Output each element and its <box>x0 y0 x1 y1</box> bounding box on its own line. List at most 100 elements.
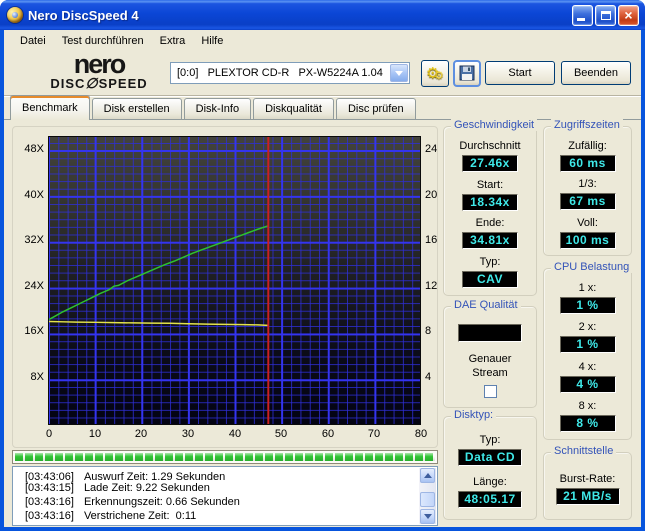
field-label: Länge: <box>473 476 507 489</box>
x-axis-tick: 0 <box>45 428 53 440</box>
app-window: Nero DiscSpeed 4 × Datei Test durchführe… <box>0 0 645 531</box>
disc-glyph-icon: ∅ <box>85 75 99 91</box>
lcd-end-speed: 34.81x <box>462 232 518 250</box>
scrollbar-thumb[interactable] <box>420 492 435 507</box>
x-axis-tick: 10 <box>88 428 102 440</box>
scroll-up-button[interactable] <box>420 468 435 483</box>
x-axis-tick: 30 <box>181 428 195 440</box>
lcd-random-access: 60 ms <box>559 154 616 172</box>
lcd-third-access: 67 ms <box>559 193 616 210</box>
client-area: Datei Test durchführen Extra Hilfe nero … <box>4 30 641 527</box>
caption-buttons: × <box>572 5 639 26</box>
accurate-stream-label: Stream <box>472 366 508 379</box>
triangle-down-icon <box>423 514 432 519</box>
window-title: Nero DiscSpeed 4 <box>28 7 139 23</box>
series-read-speed <box>49 225 269 321</box>
field-label: 2 x: <box>578 321 597 334</box>
field-label: Zufällig: <box>568 139 607 152</box>
tab-disc-pruefen[interactable]: Disc prüfen <box>335 98 416 119</box>
close-button[interactable]: × <box>618 5 639 26</box>
combobox-dropdown-button[interactable] <box>390 64 408 82</box>
x-axis-tick: 70 <box>367 428 381 440</box>
accurate-stream-checkbox[interactable] <box>483 384 497 398</box>
lcd-dae-quality <box>458 324 522 343</box>
field-label: 8 x: <box>578 399 597 412</box>
access-times-panel: Zugriffszeiten Zufällig: 60 ms 1/3: 67 ms … <box>543 119 632 256</box>
x-axis-tick: 80 <box>414 428 428 440</box>
menu-hilfe[interactable]: Hilfe <box>193 33 231 49</box>
menu-datei[interactable]: Datei <box>12 33 54 49</box>
lcd-burst-rate: 21 MB/s <box>555 488 620 505</box>
field-label: Start: <box>476 178 504 191</box>
field-label: Typ: <box>479 433 501 446</box>
log-scrollbar[interactable] <box>419 468 436 524</box>
log-line: [03:43:16] Erkennungszeit: 0.66 Sekunden <box>25 496 240 508</box>
lcd-disc-length: 48:05.17 <box>458 491 522 509</box>
lcd-cpu-8x: 8 % <box>559 414 616 432</box>
options-button[interactable]: ⚙ ⚙ <box>421 60 449 87</box>
start-button[interactable]: Start <box>485 61 555 85</box>
maximize-icon <box>601 11 611 20</box>
speed-panel: Geschwindigkeit Durchschnitt 27.46x Start… <box>443 119 538 296</box>
benchmark-chart <box>48 136 421 425</box>
nero-discspeed-logo: nero DISC∅SPEED <box>34 49 164 91</box>
scroll-down-button[interactable] <box>420 509 435 524</box>
logo-discspeed-text: DISC∅SPEED <box>50 75 148 91</box>
progress-fill <box>15 453 435 461</box>
field-label: 1/3: <box>578 178 597 190</box>
y-axis-left-tick: 16X <box>24 325 44 337</box>
tab-diskqualitaet[interactable]: Diskqualität <box>253 98 334 119</box>
toolbar: nero DISC∅SPEED [0:0] PLEXTOR CD-R PX-W5… <box>4 51 641 96</box>
drive-selector-combobox[interactable]: [0:0] PLEXTOR CD-R PX-W5224A 1.04 <box>170 62 410 84</box>
minimize-icon <box>577 18 585 21</box>
menu-extra[interactable]: Extra <box>152 33 194 49</box>
chevron-down-icon <box>395 70 403 76</box>
x-axis-tick: 60 <box>321 428 335 440</box>
interface-panel: Schnittstelle Burst-Rate: 21 MB/s <box>543 445 632 520</box>
cpu-usage-panel: CPU Belastung 1 x: 1 % 2 x: 1 % 4 x: 4 % 8 … <box>543 261 633 440</box>
lcd-speed-type: CAV <box>462 271 518 289</box>
field-label: 1 x: <box>578 282 597 295</box>
lcd-disc-type: Data CD <box>458 448 522 466</box>
lcd-start-speed: 18.34x <box>462 193 518 211</box>
close-icon: × <box>624 7 633 23</box>
floppy-disk-icon <box>459 65 475 81</box>
field-label: Ende: <box>475 217 505 230</box>
app-icon[interactable] <box>7 7 23 23</box>
log-listbox: [03:43:06] Auswurf Zeit: 1.29 Sekunden [0… <box>12 466 438 526</box>
gear-small-icon: ⚙ <box>434 69 444 82</box>
y-axis-left-tick: 32X <box>24 234 44 246</box>
menu-bar: Datei Test durchführen Extra Hilfe <box>4 30 641 51</box>
y-axis-left-tick: 48X <box>24 143 44 155</box>
logo-nero-text: nero <box>73 49 127 79</box>
field-label: Typ: <box>479 256 501 269</box>
field-label: Durchschnitt <box>459 139 521 152</box>
benchmark-page: 48X 40X 32X 24X 16X 8X 24 20 16 12 8 4 0… <box>4 119 641 527</box>
x-axis-tick: 20 <box>134 428 148 440</box>
tab-benchmark[interactable]: Benchmark <box>10 95 90 120</box>
y-axis-left-tick: 24X <box>24 280 44 292</box>
tab-disk-info[interactable]: Disk-Info <box>183 98 252 119</box>
x-axis-tick: 50 <box>274 428 288 440</box>
y-axis-left-tick: 40X <box>24 189 44 201</box>
quit-button[interactable]: Beenden <box>561 61 631 85</box>
save-button[interactable] <box>453 60 481 87</box>
field-label: Burst-Rate: <box>559 473 616 485</box>
y-axis-left-tick: 8X <box>30 371 44 383</box>
drive-selector-value: [0:0] PLEXTOR CD-R PX-W5224A 1.04 <box>177 67 383 79</box>
field-label: 4 x: <box>578 360 597 373</box>
accurate-stream-label: Genauer <box>468 352 512 365</box>
lcd-cpu-4x: 4 % <box>559 375 616 393</box>
menu-test-durchfuehren[interactable]: Test durchführen <box>54 33 152 49</box>
lcd-full-access: 100 ms <box>559 231 616 249</box>
maximize-button[interactable] <box>595 5 616 26</box>
tab-disk-erstellen[interactable]: Disk erstellen <box>91 98 182 119</box>
disc-type-panel: Disktyp: Typ: Data CD Länge: 48:05.17 <box>443 409 537 520</box>
test-progress-bar <box>12 450 438 464</box>
chart-series-svg <box>49 137 270 424</box>
tab-strip: Benchmark Disk erstellen Disk-Info Diskq… <box>4 95 641 120</box>
lcd-average-speed: 27.46x <box>461 154 518 172</box>
x-axis-tick: 40 <box>228 428 242 440</box>
minimize-button[interactable] <box>572 5 593 26</box>
lcd-cpu-2x: 1 % <box>559 336 616 354</box>
